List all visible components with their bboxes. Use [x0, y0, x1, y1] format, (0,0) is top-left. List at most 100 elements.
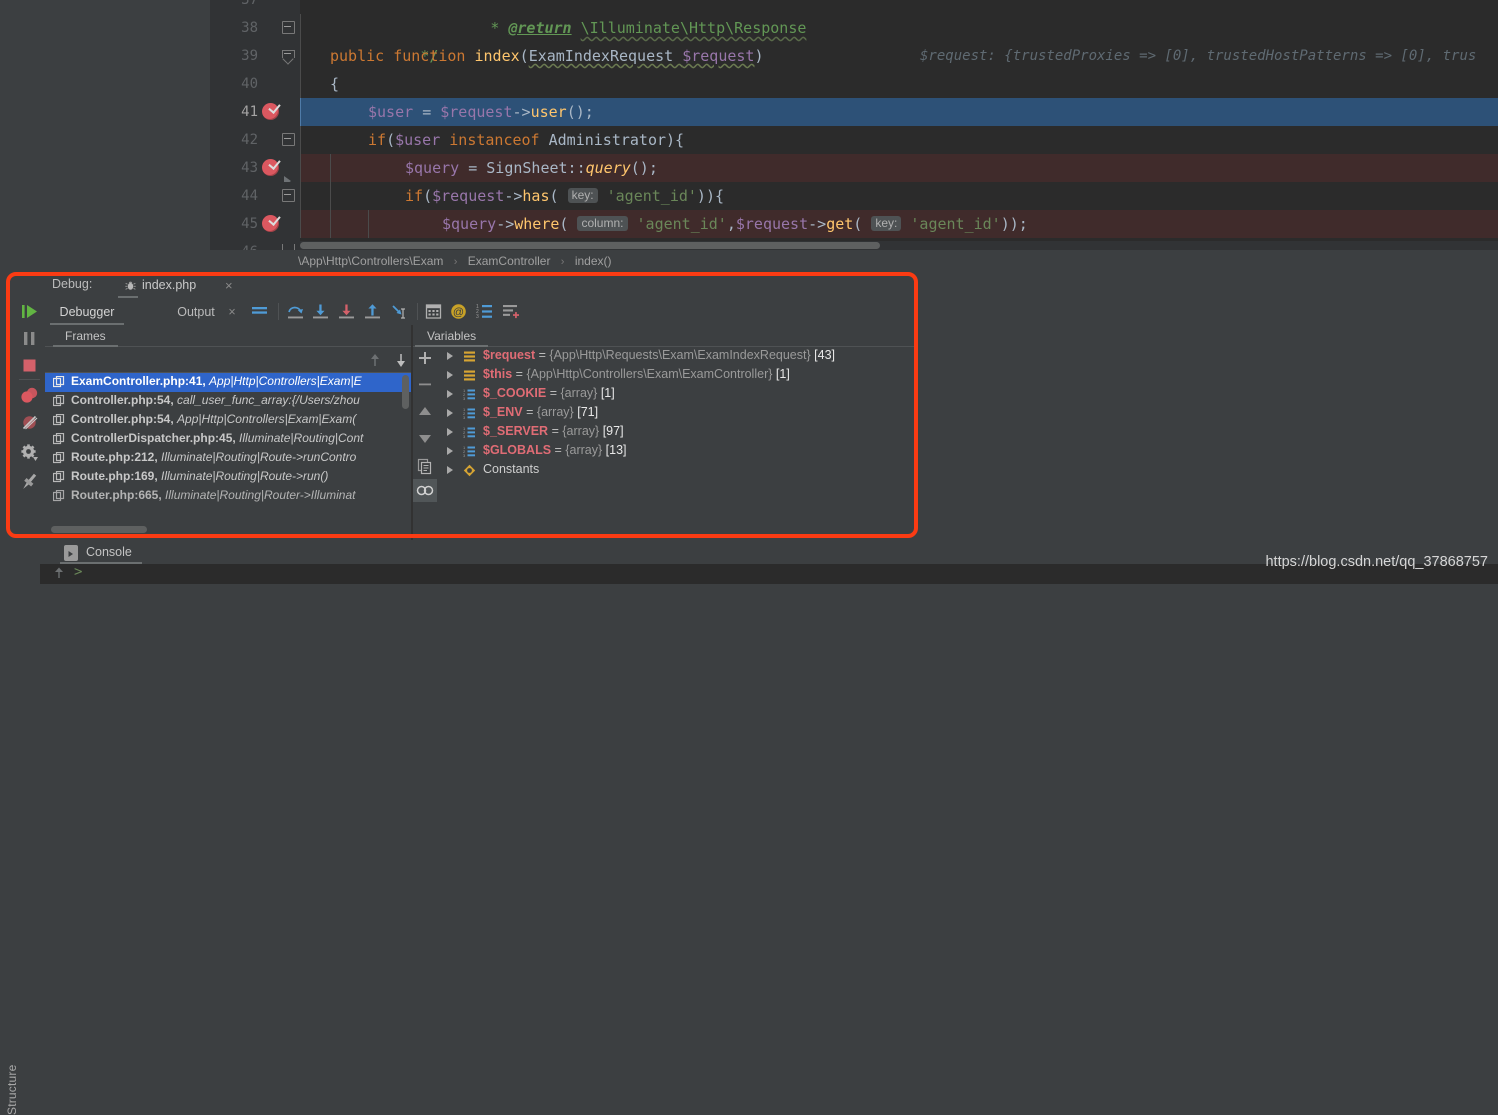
gutter-38[interactable]: 38	[210, 14, 300, 42]
gutter-45[interactable]: 45	[210, 210, 300, 238]
inspect-button[interactable]	[413, 479, 437, 502]
fold-marker-icon[interactable]	[282, 133, 295, 146]
gutter-43[interactable]: 43	[210, 154, 300, 186]
code-line-42[interactable]: 42 if($user instanceof Administrator){	[210, 126, 1498, 154]
stop-button[interactable]	[14, 352, 45, 379]
new-watch-button[interactable]	[413, 347, 437, 370]
debug-tool-window[interactable]: Debug: index.php × Debugger Output × @ 1…	[0, 272, 1498, 540]
gutter-41[interactable]: 41	[210, 98, 300, 126]
variables-pane[interactable]: Variables $request = {App\Http\Requests\…	[413, 325, 917, 540]
tab-variables[interactable]: Variables	[415, 325, 489, 347]
run-to-cursor-icon[interactable]	[389, 302, 408, 321]
tab-frames[interactable]: Frames	[53, 325, 118, 347]
line-body-executing[interactable]: $user = $request->user();	[300, 98, 1498, 126]
frames-vertical-scrollbar[interactable]	[402, 375, 409, 409]
frame-row[interactable]: Controller.php:54, call_user_func_array:…	[45, 392, 411, 411]
variables-list[interactable]: $request = {App\Http\Requests\Exam\ExamI…	[437, 347, 917, 540]
watches-icon[interactable]: @	[449, 302, 468, 321]
line-body[interactable]: {	[300, 70, 1498, 98]
frame-row[interactable]: Route.php:169, Illuminate|Routing|Route-…	[45, 468, 411, 487]
debugger-toolbar[interactable]: Debugger Output × @ 1 2 3	[45, 298, 1498, 325]
move-down-button[interactable]	[413, 427, 437, 450]
fold-marker-icon[interactable]	[282, 50, 295, 63]
fold-marker-icon[interactable]	[282, 21, 295, 34]
gutter-37[interactable]: 37	[210, 0, 300, 14]
settings-button[interactable]	[14, 439, 45, 466]
gutter-46[interactable]: 46	[210, 238, 300, 250]
step-out-icon[interactable]	[363, 302, 382, 321]
frame-row[interactable]: Route.php:212, Illuminate|Routing|Route-…	[45, 449, 411, 468]
code-line-39[interactable]: 39 public function index(ExamIndexReques…	[210, 42, 1498, 70]
code-editor[interactable]: 37 * @return \Illuminate\Http\Response 3…	[0, 0, 1498, 250]
resume-program-button[interactable]	[14, 298, 45, 325]
layout-settings-icon[interactable]	[501, 302, 520, 321]
frames-list[interactable]: ExamController.php:41, App|Http|Controll…	[45, 373, 411, 531]
variable-row[interactable]: 123 $_ENV = {array} [71]	[437, 404, 917, 423]
code-line-37[interactable]: 37 * @return \Illuminate\Http\Response	[210, 0, 1498, 37]
mute-breakpoints-button[interactable]	[14, 409, 45, 436]
structure-tool-label[interactable]: Structure	[5, 1045, 21, 1115]
line-body[interactable]: public function index(ExamIndexRequest $…	[300, 42, 1498, 70]
code-line-41[interactable]: 41 $user = $request->user();	[210, 98, 1498, 126]
breakpoint-icon[interactable]	[262, 159, 279, 176]
expand-arrow-icon[interactable]	[447, 390, 453, 398]
variable-row[interactable]: $this = {App\Http\Controllers\Exam\ExamC…	[437, 366, 917, 385]
expand-arrow-icon[interactable]	[447, 428, 453, 436]
expand-arrow-icon[interactable]	[447, 466, 453, 474]
expand-arrow-icon[interactable]	[447, 371, 453, 379]
line-body[interactable]: if($user instanceof Administrator){	[300, 126, 1498, 154]
breadcrumb[interactable]: \App\Http\Controllers\Exam › ExamControl…	[210, 250, 1498, 272]
line-body-breakpoint[interactable]: $query = SignSheet::query();	[300, 154, 1498, 182]
close-output-tab-icon[interactable]: ×	[225, 300, 239, 325]
move-up-button[interactable]	[413, 401, 437, 424]
code-line-38[interactable]: 38 */	[210, 14, 1498, 65]
tab-output[interactable]: Output	[168, 300, 224, 325]
code-line-43[interactable]: 43 $query = SignSheet::query();	[210, 154, 1498, 186]
tab-debugger[interactable]: Debugger	[50, 300, 124, 325]
close-icon[interactable]: ×	[225, 278, 233, 293]
expand-arrow-icon[interactable]	[447, 447, 453, 455]
code-surface[interactable]: 37 * @return \Illuminate\Http\Response 3…	[210, 0, 1498, 250]
step-into-icon[interactable]	[311, 302, 330, 321]
breakpoint-icon[interactable]	[262, 215, 279, 232]
gutter-44[interactable]: 44	[210, 182, 300, 210]
breadcrumb-namespace[interactable]: \App\Http\Controllers\Exam	[296, 254, 445, 268]
pin-tab-button[interactable]	[14, 469, 45, 496]
show-execution-point-icon[interactable]	[250, 302, 269, 321]
tab-console[interactable]: Console	[60, 540, 142, 564]
fold-marker-icon[interactable]	[282, 189, 295, 202]
expand-arrow-icon[interactable]	[447, 409, 453, 417]
code-line-45[interactable]: 45 $query->where( column: 'agent_id',$re…	[210, 210, 1498, 238]
expand-arrow-icon[interactable]	[447, 352, 453, 360]
sort-ascending-icon[interactable]	[367, 352, 383, 368]
copy-value-button[interactable]	[413, 455, 437, 478]
gutter-42[interactable]: 42	[210, 126, 300, 154]
gutter-39[interactable]: 39	[210, 42, 300, 70]
frames-horizontal-scrollbar[interactable]	[51, 526, 147, 533]
frame-row[interactable]: Router.php:665, Illuminate|Routing|Route…	[45, 487, 411, 506]
view-breakpoints-button[interactable]	[14, 382, 45, 409]
debug-session-tab[interactable]: index.php ×	[118, 273, 233, 298]
sort-values-icon[interactable]: 123	[475, 302, 494, 321]
line-body[interactable]: * @return \Illuminate\Http\Response	[300, 0, 1498, 37]
sort-descending-icon[interactable]	[393, 352, 409, 368]
frame-row[interactable]: ControllerDispatcher.php:45, Illuminate|…	[45, 430, 411, 449]
variables-toolbar[interactable]	[413, 347, 437, 540]
force-step-into-icon[interactable]	[337, 302, 356, 321]
breadcrumb-method[interactable]: index()	[573, 254, 614, 268]
remove-watch-button[interactable]	[413, 373, 437, 396]
gutter-40[interactable]: 40	[210, 70, 300, 98]
evaluate-expression-icon[interactable]	[424, 302, 443, 321]
step-over-icon[interactable]	[286, 302, 305, 321]
breadcrumb-class[interactable]: ExamController	[466, 254, 553, 268]
variable-row[interactable]: 123 $GLOBALS = {array} [13]	[437, 442, 917, 461]
frame-row[interactable]: Controller.php:54, App|Http|Controllers|…	[45, 411, 411, 430]
pause-program-button[interactable]	[14, 325, 45, 352]
frames-pane[interactable]: Frames ExamController.php:41, App|Http|C…	[45, 325, 411, 540]
line-body[interactable]: */	[300, 14, 1498, 65]
line-body[interactable]: if($request->has( key: 'agent_id')){	[300, 182, 1498, 210]
frame-row[interactable]: ExamController.php:41, App|Http|Controll…	[45, 373, 411, 392]
code-line-40[interactable]: 40 {	[210, 70, 1498, 98]
breakpoint-icon[interactable]	[262, 103, 279, 120]
frames-sort-controls[interactable]	[45, 347, 411, 373]
